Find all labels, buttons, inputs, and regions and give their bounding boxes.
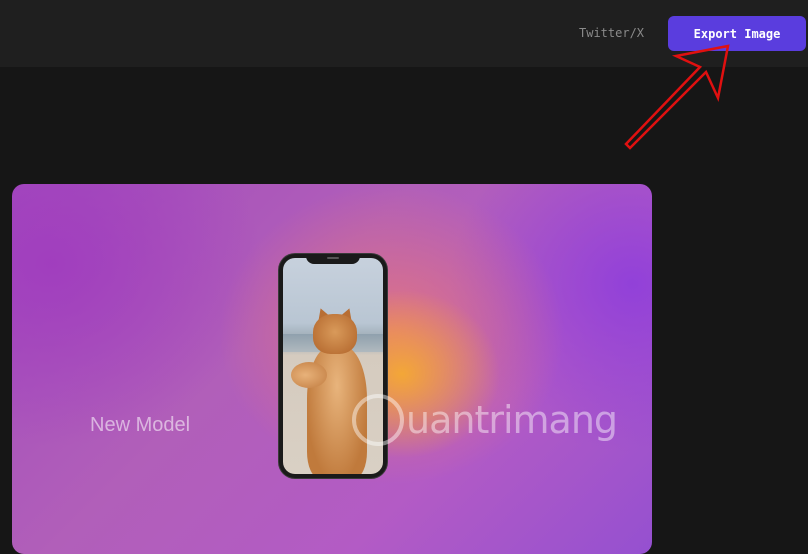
phone-speaker — [327, 257, 339, 259]
phone-screen-image — [283, 258, 383, 474]
top-toolbar: Twitter/X Export Image — [0, 0, 808, 67]
preview-canvas[interactable]: New Model uantrimang — [12, 184, 652, 554]
platform-selector[interactable]: Twitter/X — [579, 26, 644, 40]
export-image-button[interactable]: Export Image — [668, 16, 806, 51]
cat-head — [313, 314, 357, 354]
phone-mockup[interactable] — [279, 254, 387, 478]
watermark-text: uantrimang — [406, 398, 618, 442]
watermark: uantrimang — [352, 394, 618, 446]
model-label[interactable]: New Model — [90, 414, 190, 437]
phone-notch — [306, 254, 360, 264]
cat-paw — [291, 362, 327, 388]
